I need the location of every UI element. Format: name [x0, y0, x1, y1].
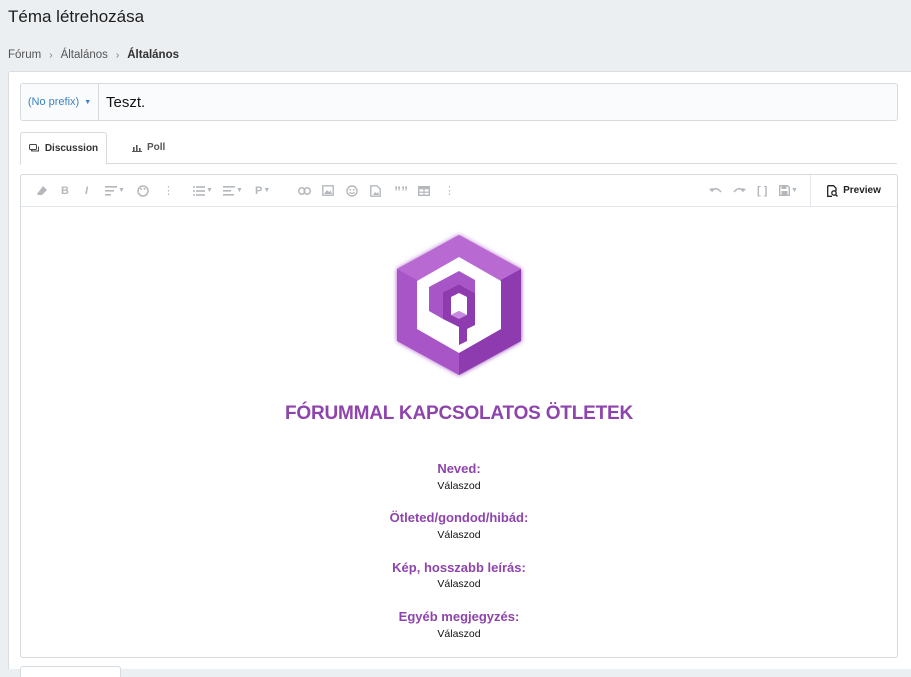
field-label-name: Neved: [437, 461, 481, 476]
content-heading: FÓRUMMAL KAPCSOLATOS ÖTLETEK [284, 403, 633, 424]
list-icon[interactable]: ▼ [193, 183, 213, 198]
breadcrumb-item-current[interactable]: Általános [127, 49, 179, 61]
italic-icon[interactable]: I [85, 183, 88, 198]
preview-icon [827, 184, 839, 197]
page-title: Téma létrehozása [8, 7, 145, 26]
tab-discussion[interactable]: Discussion [20, 132, 107, 165]
media-icon[interactable] [370, 183, 381, 198]
paragraph-icon[interactable]: P ▼ [255, 183, 270, 198]
chevron-right-icon: › [49, 49, 53, 61]
preview-button[interactable]: Preview [810, 175, 897, 206]
field-value-description: Válaszod [437, 578, 481, 590]
table-icon[interactable] [418, 183, 430, 198]
title-row: (No prefix) ▼ [20, 83, 898, 121]
drafts-icon[interactable]: ▼ [779, 183, 798, 198]
field-label-notes: Egyéb megjegyzés: [398, 609, 520, 624]
undo-icon[interactable] [709, 183, 722, 198]
image-icon[interactable] [322, 183, 334, 198]
tab-bar: Discussion Poll [20, 132, 897, 165]
bold-icon[interactable]: B [61, 183, 69, 198]
more-vertical-icon[interactable]: ⋮ [163, 183, 174, 198]
tab-discussion-label: Discussion [44, 143, 99, 154]
redo-icon[interactable] [733, 183, 746, 198]
tab-poll-label: Poll [147, 142, 166, 153]
field-value-notes: Válaszod [437, 628, 481, 640]
bar-chart-icon [132, 145, 142, 152]
preview-label: Preview [843, 185, 881, 196]
forum-logo-icon [397, 235, 521, 375]
caret-down-icon: ▼ [84, 98, 92, 106]
prefix-label: (No prefix) [27, 96, 80, 108]
chevron-right-icon: › [115, 49, 120, 61]
title-input[interactable] [99, 84, 897, 120]
align-icon[interactable]: ▼ [223, 183, 243, 198]
quote-icon[interactable]: ”” [394, 183, 408, 199]
text-options-icon[interactable]: ▼ [105, 183, 125, 198]
editor-toolbar: B I ▼ ⋮ ▼ ▼ P ▼ ”” ⋮ [] ▼ Preview [21, 175, 897, 207]
prefix-select[interactable]: (No prefix) ▼ [21, 84, 99, 120]
tab-poll[interactable]: Poll [132, 132, 165, 163]
field-label-description: Kép, hosszabb leírás: [392, 560, 526, 575]
field-label-idea: Ötleted/gondod/hibád: [389, 510, 529, 525]
breadcrumb: Fórum › Általános › Általános [8, 49, 179, 61]
bbcode-toggle-icon[interactable]: [ ] [757, 183, 767, 198]
smilie-icon[interactable] [346, 183, 358, 198]
thread-form-card: (No prefix) ▼ Discussion Poll [8, 71, 911, 677]
field-value-name: Válaszod [437, 480, 481, 492]
link-icon[interactable] [298, 183, 311, 198]
comments-icon [28, 143, 39, 152]
breadcrumb-item-general[interactable]: Általános [61, 49, 108, 61]
more-vertical-icon[interactable]: ⋮ [444, 183, 455, 198]
rich-text-editor: B I ▼ ⋮ ▼ ▼ P ▼ ”” ⋮ [] ▼ Preview FÓRUM… [20, 174, 898, 658]
breadcrumb-item-forum[interactable]: Fórum [8, 49, 41, 61]
eraser-icon[interactable] [36, 183, 48, 198]
field-value-idea: Válaszod [437, 529, 481, 541]
color-palette-icon[interactable] [137, 183, 149, 198]
